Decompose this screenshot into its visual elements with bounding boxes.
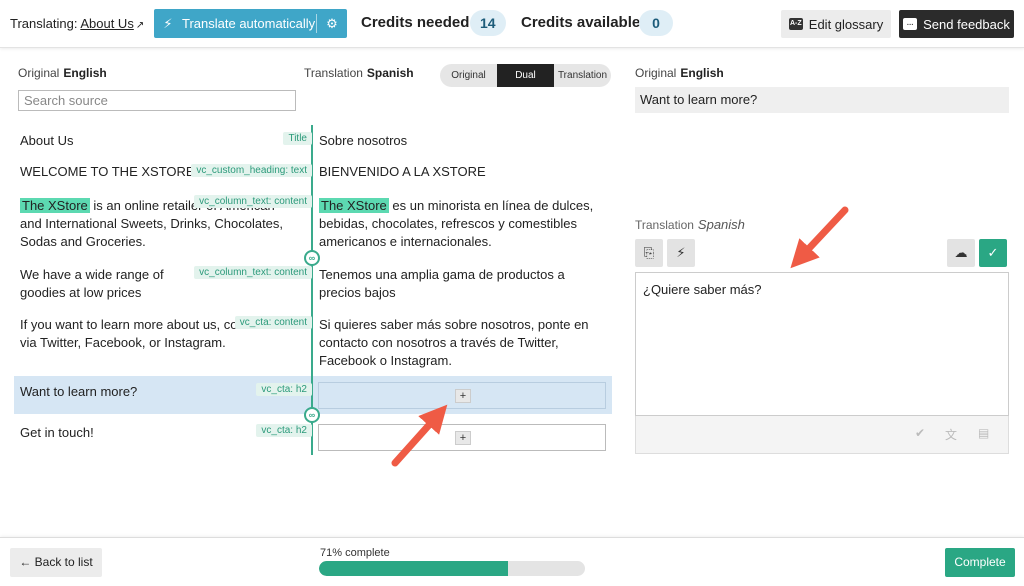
translation-panel-header: Translation Spanish (635, 217, 745, 232)
target-header-label: Translation (304, 66, 363, 80)
editor-toolbar: ✔ 文 ▤ (635, 416, 1009, 454)
field-tag: vc_cta: h2 (256, 383, 312, 396)
translation-editor[interactable]: ¿Quiere saber más? (635, 272, 1009, 416)
progress-fill (319, 561, 508, 576)
view-option-original[interactable]: Original (440, 64, 497, 87)
search-input[interactable]: Search source (18, 90, 296, 111)
credits-needed-label: Credits needed (361, 14, 470, 31)
target-highlight: The XStore (319, 198, 389, 213)
send-feedback-label: Send feedback (923, 16, 1010, 32)
bottom-bar: ← Back to list 71% complete Complete (0, 537, 1024, 586)
save-translation-button[interactable]: ✓ (979, 239, 1007, 267)
copy-icon: ⎘ (643, 245, 655, 260)
link-icon[interactable]: ∞ (304, 250, 320, 266)
translate-automatically-label: Translate automatically (182, 16, 316, 31)
gear-icon[interactable]: ⚙ (317, 16, 347, 32)
credits-needed-badge: 14 (470, 10, 506, 36)
source-header-label: Original (18, 66, 60, 80)
lightning-icon: ⚡ (676, 245, 686, 260)
credits-available-label: Credits available (521, 14, 641, 31)
send-feedback-button[interactable]: … Send feedback (899, 10, 1014, 38)
glossary-icon[interactable]: ▤ (978, 426, 989, 440)
source-header-language: English (63, 66, 107, 80)
progress-label: 71% complete (320, 547, 390, 559)
target-text[interactable]: Sobre nosotros (319, 132, 407, 150)
top-bar: Translating: About Us ↗ ⚡ Translate autom… (0, 0, 1024, 48)
translate-icon[interactable]: 文 (945, 426, 957, 443)
target-text[interactable]: Si quieres saber más sobre nosotros, pon… (319, 316, 599, 370)
auto-translate-button[interactable]: ⚡ (667, 239, 695, 267)
copy-source-button[interactable]: ⎘ (635, 239, 663, 267)
field-tag: vc_cta: content (234, 316, 312, 329)
checkmark-icon: ✓ (987, 245, 999, 260)
source-text[interactable]: Get in touch! (20, 424, 94, 442)
source-column-header: Original English (18, 66, 107, 80)
edit-glossary-button[interactable]: A-Z Edit glossary (781, 10, 891, 38)
original-panel-language: English (680, 66, 724, 80)
upload-button[interactable]: ☁ (947, 239, 975, 267)
add-translation-button[interactable]: + (455, 431, 471, 445)
glossary-icon: A-Z (788, 18, 803, 30)
view-mode-toggle[interactable]: Original Dual Translation (440, 64, 611, 87)
feedback-icon: … (903, 18, 918, 30)
source-text[interactable]: We have a wide range of goodies at low p… (20, 266, 175, 302)
target-text[interactable]: BIENVENIDO A LA XSTORE (319, 163, 486, 181)
progress-bar (319, 561, 585, 576)
field-tag: vc_column_text: content (194, 266, 312, 279)
translate-automatically-button[interactable]: ⚡ Translate automatically ⚙ (154, 9, 347, 38)
edit-glossary-label: Edit glossary (808, 16, 884, 32)
translating-label: Translating: (10, 16, 78, 31)
translation-empty-field[interactable]: + (318, 424, 606, 451)
original-panel-label: Original (635, 66, 677, 80)
original-panel-header: Original English (635, 66, 724, 80)
translation-panel-language: Spanish (697, 217, 745, 232)
target-text[interactable]: Tenemos una amplia gama de productos a p… (319, 266, 579, 302)
external-link-icon[interactable]: ↗ (136, 20, 144, 31)
original-text-box: Want to learn more? (635, 87, 1009, 113)
view-option-dual[interactable]: Dual (497, 64, 554, 87)
target-text[interactable]: The XStore es un minorista en línea de d… (319, 197, 594, 251)
source-highlight: The XStore (20, 198, 90, 213)
spellcheck-icon[interactable]: ✔ (915, 426, 925, 440)
field-tag: vc_column_text: content (194, 195, 312, 208)
translation-empty-field[interactable]: + (318, 382, 606, 409)
field-tag: Title (283, 132, 312, 145)
complete-button[interactable]: Complete (945, 548, 1015, 577)
add-translation-button[interactable]: + (455, 389, 471, 403)
credits-available-badge: 0 (639, 10, 673, 36)
source-text[interactable]: WELCOME TO THE XSTORE (20, 163, 195, 181)
target-column-header: Translation Spanish (304, 66, 414, 80)
page-link[interactable]: About Us (80, 16, 133, 31)
field-tag: vc_custom_heading: text (191, 164, 312, 177)
field-tag: vc_cta: h2 (256, 424, 312, 437)
source-text[interactable]: About Us (20, 132, 73, 150)
target-header-language: Spanish (366, 66, 414, 80)
arrow-to-editor (790, 206, 849, 269)
source-text[interactable]: Want to learn more? (20, 383, 137, 401)
translating-info: Translating: About Us ↗ (10, 16, 144, 31)
link-icon[interactable]: ∞ (304, 407, 320, 423)
translation-panel-label: Translation (635, 218, 694, 232)
back-to-list-button[interactable]: ← Back to list (10, 548, 102, 577)
cloud-upload-icon: ☁ (954, 245, 968, 260)
view-option-translation[interactable]: Translation (554, 64, 611, 87)
lightning-icon: ⚡ (163, 15, 173, 31)
